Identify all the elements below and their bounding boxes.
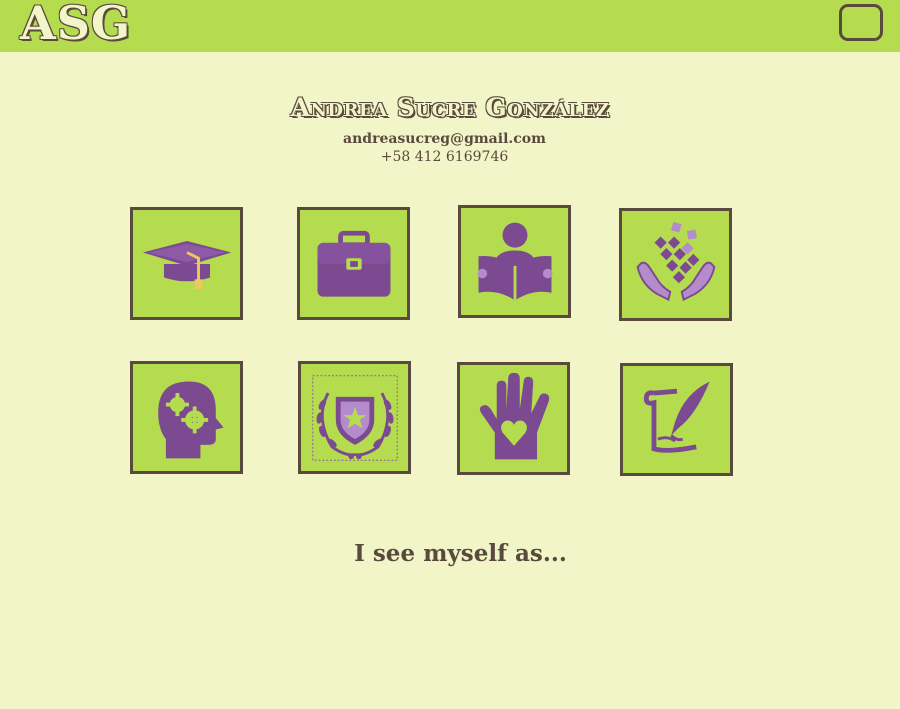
tile-thinking[interactable]: [130, 361, 243, 474]
top-bar: ASG: [0, 0, 900, 52]
site-logo[interactable]: ASG: [20, 0, 131, 50]
tile-care[interactable]: [457, 362, 570, 475]
head-gears-icon: [157, 381, 223, 458]
reader-icon: [477, 222, 552, 300]
tile-education[interactable]: [130, 207, 243, 320]
hand-heart-icon: [479, 372, 549, 459]
laurel-shield-icon: [311, 374, 398, 461]
tagline-heading: I see myself as...: [354, 540, 567, 567]
quill-scroll-icon: [643, 381, 710, 453]
profile-name: Andrea Sucre González: [0, 93, 900, 122]
hands-cubes-icon: [636, 221, 715, 301]
briefcase-icon: [317, 230, 390, 297]
profile-name-text: Andrea Sucre González: [290, 93, 610, 122]
profile-email[interactable]: andreasucreg@gmail.com: [0, 131, 889, 147]
tile-work[interactable]: [297, 207, 410, 320]
profile-phone: +58 412 6169746: [380, 149, 509, 165]
tile-achievement[interactable]: [298, 361, 411, 474]
tile-reading[interactable]: [458, 205, 571, 318]
tile-writing[interactable]: [620, 363, 733, 476]
graduation-cap-icon: [142, 240, 231, 289]
tile-sharing[interactable]: [619, 208, 732, 321]
menu-button[interactable]: [839, 4, 883, 41]
